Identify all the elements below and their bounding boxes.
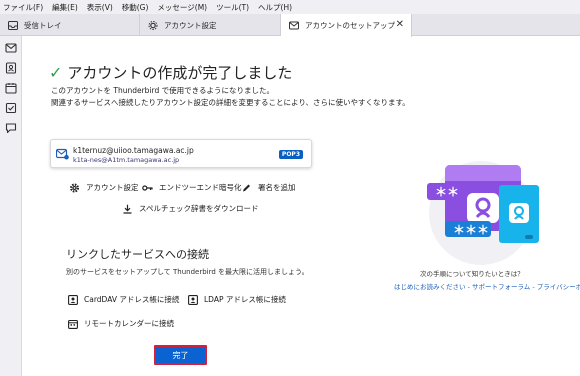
menu-message[interactable]: メッセージ(M) bbox=[157, 2, 207, 13]
connect-ldap-label: LDAP アドレス帳に接続 bbox=[204, 295, 286, 304]
account-address: k1ta-nes@A1tm.tamagawa.ac.jp bbox=[73, 156, 180, 164]
e2ee-link[interactable]: エンドツーエンド暗号化 bbox=[142, 182, 242, 193]
spaces-toolbar bbox=[0, 36, 22, 376]
address-book-icon bbox=[68, 294, 78, 305]
menu-go[interactable]: 移動(G) bbox=[122, 2, 149, 13]
account-card: k1ternuz@uiioo.tamagawa.ac.jp k1ta-nes@A… bbox=[50, 139, 312, 168]
tab-inbox[interactable]: 受信トレイ bbox=[0, 14, 140, 36]
menu-bar: ファイル(F) 編集(E) 表示(V) 移動(G) メッセージ(M) ツール(T… bbox=[0, 0, 580, 14]
privacy-policy-link[interactable]: プライバシーポリシー bbox=[537, 283, 580, 291]
tab-account-setup-label: アカウントのセットアップ bbox=[305, 21, 395, 30]
password-dots-bottom: ＊＊＊ bbox=[453, 223, 489, 237]
tab-bar: 受信トレイ アカウント設定 アカウントのセットアップ ✕ bbox=[0, 14, 580, 37]
add-signature-link[interactable]: 署名を追加 bbox=[241, 182, 296, 193]
tasks-icon[interactable] bbox=[5, 102, 17, 114]
account-setup-illustration: ＊＊ ＊＊＊ bbox=[427, 161, 539, 265]
page-title: アカウントの作成が完了しました bbox=[67, 64, 293, 82]
tab-account-settings[interactable]: アカウント設定 bbox=[140, 14, 281, 36]
close-tab-icon[interactable]: ✕ bbox=[396, 19, 404, 31]
tab-account-settings-label: アカウント設定 bbox=[164, 20, 217, 30]
account-mail-icon bbox=[56, 148, 69, 160]
connect-carddav-label: CardDAV アドレス帳に接続 bbox=[84, 295, 180, 304]
password-dots-top: ＊＊ bbox=[435, 185, 459, 199]
help-links: はじめにお読みください - サポートフォーラム - プライバシーポリシー bbox=[394, 281, 580, 291]
address-book-icon bbox=[188, 294, 198, 305]
support-forum-link[interactable]: サポートフォーラム bbox=[472, 283, 530, 291]
intro-text: このアカウントを Thunderbird で使用できるようになりました。 関連す… bbox=[51, 85, 410, 109]
account-email: k1ternuz@uiioo.tamagawa.ac.jp bbox=[73, 146, 194, 155]
linked-services-description: 別のサービスをセットアップして Thunderbird を最大限に活用しましょう… bbox=[66, 268, 309, 276]
address-book-icon[interactable] bbox=[5, 62, 17, 74]
menu-view[interactable]: 表示(V) bbox=[87, 2, 113, 13]
account-settings-label: アカウント設定 bbox=[86, 183, 139, 192]
protocol-badge: POP3 bbox=[278, 150, 303, 159]
mail-icon bbox=[289, 21, 299, 30]
tab-account-setup[interactable]: アカウントのセットアップ ✕ bbox=[281, 14, 412, 37]
download-dictionary-link[interactable]: スペルチェック辞書をダウンロード bbox=[122, 203, 258, 214]
title-row: ✓ アカウントの作成が完了しました bbox=[49, 62, 292, 83]
success-check-icon: ✓ bbox=[49, 62, 63, 82]
pen-icon bbox=[243, 184, 250, 191]
download-icon bbox=[123, 204, 132, 214]
calendar-icon bbox=[68, 319, 78, 329]
intro-line-1: このアカウントを Thunderbird で使用できるようになりました。 bbox=[51, 86, 274, 95]
inbox-icon bbox=[8, 20, 18, 30]
done-button[interactable]: 完了 bbox=[154, 345, 207, 365]
next-steps-question: 次の手順について知りたいときは？ bbox=[420, 270, 524, 278]
connect-calendar-label: リモートカレンダーに接続 bbox=[84, 319, 174, 328]
menu-help[interactable]: ヘルプ(H) bbox=[258, 2, 292, 13]
download-dictionary-label: スペルチェック辞書をダウンロード bbox=[139, 204, 259, 213]
account-settings-link[interactable]: アカウント設定 bbox=[69, 182, 139, 193]
intro-line-2: 関連するサービスへ接続したりアカウント設定の詳細を変更することにより、さらに使い… bbox=[51, 98, 410, 107]
tab-inbox-label: 受信トレイ bbox=[24, 20, 62, 30]
gear-icon bbox=[69, 182, 80, 193]
key-icon bbox=[142, 184, 153, 191]
connect-ldap-button[interactable]: LDAP アドレス帳に接続 bbox=[188, 294, 286, 305]
mail-space-icon[interactable] bbox=[5, 42, 17, 54]
connect-carddav-button[interactable]: CardDAV アドレス帳に接続 bbox=[68, 294, 179, 305]
e2ee-label: エンドツーエンド暗号化 bbox=[159, 183, 242, 192]
menu-tools[interactable]: ツール(T) bbox=[216, 2, 249, 13]
menu-edit[interactable]: 編集(E) bbox=[52, 2, 78, 13]
menu-file[interactable]: ファイル(F) bbox=[3, 2, 43, 13]
chat-icon[interactable] bbox=[5, 122, 17, 134]
getting-started-link[interactable]: はじめにお読みください bbox=[394, 283, 466, 291]
account-setup-page: ✓ アカウントの作成が完了しました このアカウントを Thunderbird で… bbox=[23, 37, 580, 376]
connect-calendar-button[interactable]: リモートカレンダーに接続 bbox=[68, 318, 174, 329]
calendar-icon[interactable] bbox=[5, 82, 17, 94]
linked-services-heading: リンクしたサービスへの接続 bbox=[66, 248, 209, 261]
add-signature-label: 署名を追加 bbox=[258, 183, 296, 192]
account-settings-icon bbox=[148, 20, 158, 30]
